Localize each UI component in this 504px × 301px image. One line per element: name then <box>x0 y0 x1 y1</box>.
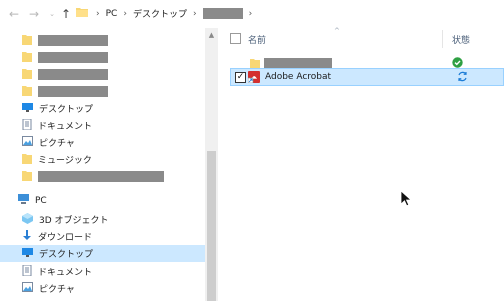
nav-item-desktop[interactable]: デスクトップ <box>22 100 202 117</box>
sort-ascending-icon: ^ <box>334 27 340 35</box>
nav-item-label: デスクトップ <box>39 105 94 115</box>
column-header: ^ 名前 状態 <box>218 27 504 50</box>
nav-item-redacted-label <box>38 86 108 97</box>
nav-item-folder-1[interactable] <box>22 32 202 49</box>
breadcrumb-pc[interactable]: PC <box>106 9 118 19</box>
pictures-icon <box>22 282 33 295</box>
nav-item-pictures-2[interactable]: ピクチャ <box>22 280 202 297</box>
3d-objects-icon <box>22 212 33 227</box>
nav-item-label: ピクチャ <box>39 139 75 149</box>
nav-item-redacted-label <box>38 69 108 80</box>
forward-arrow-icon[interactable]: → <box>26 4 42 24</box>
folder-icon <box>22 34 32 48</box>
nav-item-documents-2[interactable]: ドキュメント <box>22 263 202 280</box>
nav-item-folder-5[interactable] <box>22 168 202 185</box>
column-status-header[interactable]: 状態 <box>452 33 470 46</box>
nav-item-redacted-label <box>38 35 108 46</box>
scrollbar-thumb[interactable] <box>207 151 216 301</box>
file-explorer-window: ← → ⌄ ↑ › PC › デスクトップ › › デスクトップ ドキュメント … <box>0 0 504 301</box>
folder-icon <box>76 7 88 20</box>
nav-item-folder-3[interactable] <box>22 66 202 83</box>
music-icon <box>22 153 32 167</box>
breadcrumb-redacted[interactable] <box>202 8 243 19</box>
nav-item-desktop-selected[interactable]: デスクトップ <box>0 245 205 262</box>
nav-item-pictures[interactable]: ピクチャ <box>22 134 202 151</box>
nav-item-folder-4[interactable] <box>22 83 202 100</box>
navigation-pane: デスクトップ ドキュメント ピクチャ ミュージック PC 3D オブジェクト ダ… <box>0 28 218 301</box>
file-list-pane: ^ 名前 状態 ✓ Adobe Acrobat <box>218 27 504 301</box>
breadcrumb-desktop[interactable]: デスクトップ <box>133 7 187 20</box>
documents-icon <box>22 118 32 133</box>
nav-item-folder-2[interactable] <box>22 49 202 66</box>
select-all-checkbox[interactable] <box>230 33 241 44</box>
folder-icon <box>22 51 32 65</box>
nav-item-label: 3D オブジェクト <box>39 216 109 226</box>
file-row-adobe-acrobat[interactable]: ✓ Adobe Acrobat <box>230 68 504 86</box>
nav-item-downloads[interactable]: ダウンロード <box>22 228 202 245</box>
address-bar[interactable]: › PC › デスクトップ › › <box>76 4 504 23</box>
address-toolbar: ← → ⌄ ↑ › PC › デスクトップ › › <box>0 0 504 28</box>
nav-item-redacted-label <box>38 52 108 63</box>
mouse-cursor-icon <box>400 190 413 210</box>
row-checkbox[interactable]: ✓ <box>235 72 246 83</box>
breadcrumb-separator-icon: › <box>248 8 253 19</box>
nav-item-label: ドキュメント <box>38 122 93 132</box>
folder-icon <box>22 68 32 82</box>
scroll-up-arrow-icon[interactable]: ▲ <box>205 28 218 41</box>
nav-item-label: PC <box>35 195 47 206</box>
nav-item-label: ダウンロード <box>38 233 93 243</box>
breadcrumb-separator-icon: › <box>96 8 100 19</box>
pictures-icon <box>22 136 33 149</box>
nav-item-label: ピクチャ <box>39 285 75 295</box>
downloads-icon <box>22 229 32 244</box>
desktop-icon <box>22 102 33 115</box>
breadcrumb-separator-icon: › <box>123 8 127 19</box>
up-arrow-icon[interactable]: ↑ <box>58 4 74 24</box>
desktop-icon <box>22 247 33 260</box>
pc-icon <box>18 194 29 207</box>
nav-item-label: デスクトップ <box>39 250 94 260</box>
nav-item-redacted-label <box>38 171 164 182</box>
folder-icon <box>22 85 32 99</box>
file-name: Adobe Acrobat <box>265 72 332 82</box>
nav-item-label: ミュージック <box>38 156 92 166</box>
sync-pending-icon <box>457 71 468 85</box>
nav-item-label: ドキュメント <box>38 268 93 278</box>
back-arrow-icon[interactable]: ← <box>6 4 22 24</box>
column-divider[interactable] <box>442 30 443 48</box>
nav-item-documents[interactable]: ドキュメント <box>22 117 202 134</box>
nav-item-music[interactable]: ミュージック <box>22 151 202 168</box>
documents-icon <box>22 264 32 279</box>
nav-item-pc[interactable]: PC <box>18 192 198 209</box>
breadcrumb-separator-icon: › <box>192 8 197 19</box>
pdf-shortcut-icon <box>247 71 260 86</box>
column-name-header[interactable]: 名前 <box>248 33 266 46</box>
folder-icon <box>22 170 32 184</box>
nav-pane-scrollbar[interactable]: ▲ <box>205 28 218 301</box>
nav-item-3d-objects[interactable]: 3D オブジェクト <box>22 211 202 228</box>
